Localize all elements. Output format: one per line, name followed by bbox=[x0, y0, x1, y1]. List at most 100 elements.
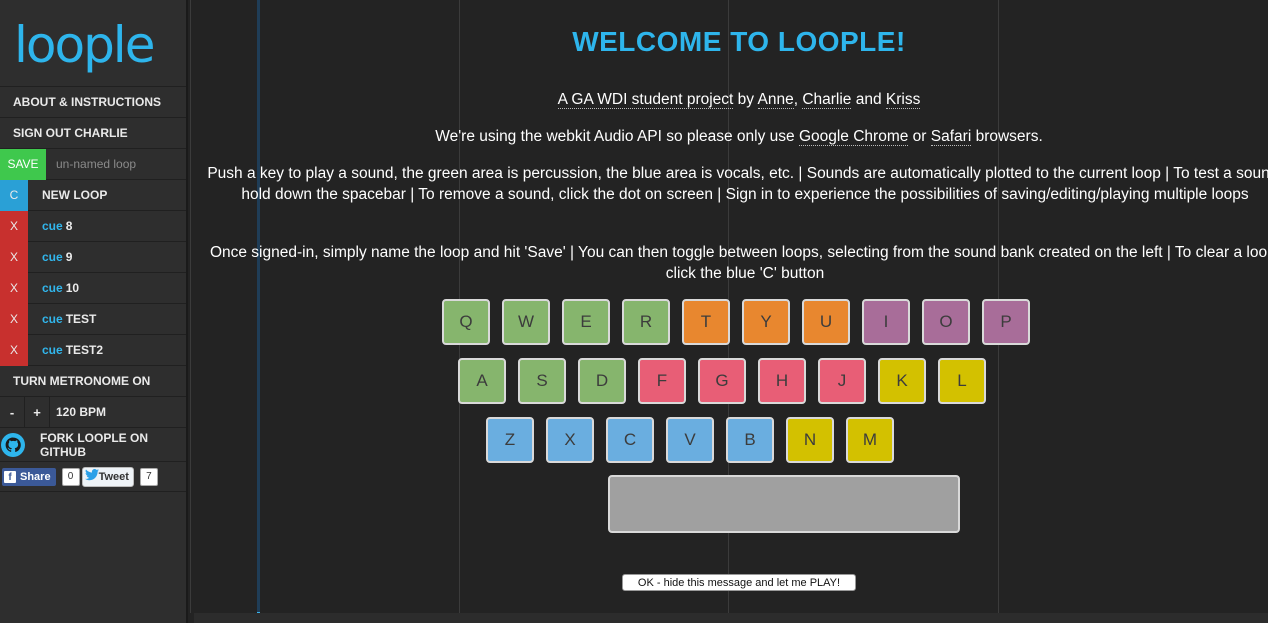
browser-notice: We're using the webkit Audio API so plea… bbox=[190, 126, 1268, 147]
browser-text: We're using the webkit Audio API so plea… bbox=[435, 128, 799, 145]
key-d[interactable]: D bbox=[578, 358, 626, 404]
cue-word: cue bbox=[42, 312, 63, 326]
key-n[interactable]: N bbox=[786, 417, 834, 463]
new-loop-row: C NEW LOOP bbox=[0, 179, 186, 211]
spacebar-key[interactable] bbox=[608, 475, 960, 533]
key-q[interactable]: Q bbox=[442, 299, 490, 345]
cue-word: cue bbox=[42, 281, 63, 295]
project-link[interactable]: A GA WDI student project bbox=[557, 91, 734, 109]
share-label: Share bbox=[20, 470, 51, 483]
key-m[interactable]: M bbox=[846, 417, 894, 463]
key-h[interactable]: H bbox=[758, 358, 806, 404]
key-t[interactable]: T bbox=[682, 299, 730, 345]
cue-link[interactable]: cue TEST2 bbox=[28, 343, 103, 357]
cue-link[interactable]: cue 8 bbox=[28, 219, 72, 233]
delete-cue-button[interactable]: X bbox=[0, 303, 28, 335]
loop-name-input[interactable] bbox=[46, 149, 184, 179]
github-label: FORK LOOPLE ON GITHUB bbox=[39, 430, 148, 459]
key-v[interactable]: V bbox=[666, 417, 714, 463]
author-link-charlie[interactable]: Charlie bbox=[802, 91, 852, 109]
clear-loop-button[interactable]: C bbox=[0, 179, 28, 211]
cue-item: X cue TEST bbox=[0, 303, 186, 335]
metronome-toggle[interactable]: TURN METRONOME ON bbox=[0, 365, 186, 396]
github-fork-link[interactable]: FORK LOOPLE ON GITHUB bbox=[0, 427, 186, 461]
delete-cue-button[interactable]: X bbox=[0, 210, 28, 242]
key-c[interactable]: C bbox=[606, 417, 654, 463]
loop-canvas[interactable]: WELCOME TO LOOPLE! A GA WDI student proj… bbox=[190, 0, 1268, 623]
key-w[interactable]: W bbox=[502, 299, 550, 345]
key-f[interactable]: F bbox=[638, 358, 686, 404]
key-l[interactable]: L bbox=[938, 358, 986, 404]
bpm-decrease-button[interactable]: - bbox=[0, 396, 25, 428]
facebook-share-button[interactable]: f Share bbox=[2, 467, 56, 486]
key-b[interactable]: B bbox=[726, 417, 774, 463]
cue-link[interactable]: cue 9 bbox=[28, 250, 72, 264]
key-x[interactable]: X bbox=[546, 417, 594, 463]
key-y[interactable]: Y bbox=[742, 299, 790, 345]
browser-text: or bbox=[908, 128, 931, 145]
cue-item: X cue 8 bbox=[0, 210, 186, 242]
key-i[interactable]: I bbox=[862, 299, 910, 345]
cue-item: X cue 10 bbox=[0, 272, 186, 304]
tweet-label: Tweet bbox=[98, 470, 129, 483]
social-buttons: f Share 0 Tweet 7 bbox=[0, 461, 186, 491]
loople-logo[interactable]: loople bbox=[0, 0, 186, 86]
safari-link[interactable]: Safari bbox=[930, 128, 972, 146]
cue-name: 8 bbox=[65, 219, 73, 233]
welcome-title: WELCOME TO LOOPLE! bbox=[572, 26, 906, 57]
about-instructions-link[interactable]: ABOUT & INSTRUCTIONS bbox=[0, 86, 186, 117]
github-icon bbox=[0, 432, 26, 457]
sidebar: loople ABOUT & INSTRUCTIONS SIGN OUT CHA… bbox=[0, 0, 188, 623]
signin-instructions-paragraph: Once signed-in, simply name the loop and… bbox=[209, 244, 1268, 282]
bpm-increase-button[interactable]: + bbox=[25, 396, 50, 428]
share-count: 0 bbox=[61, 467, 80, 486]
instructions-paragraph: Push a key to play a sound, the green ar… bbox=[207, 165, 1268, 203]
bpm-value: 120 BPM bbox=[56, 405, 107, 419]
key-o[interactable]: O bbox=[922, 299, 970, 345]
sign-out-link[interactable]: SIGN OUT CHARLIE bbox=[0, 117, 186, 148]
facebook-icon: f bbox=[4, 470, 16, 483]
cue-link[interactable]: cue 10 bbox=[28, 281, 79, 295]
key-j[interactable]: J bbox=[818, 358, 866, 404]
delete-cue-button[interactable]: X bbox=[0, 334, 28, 366]
logo-text: loople bbox=[14, 18, 154, 74]
cue-item: X cue 9 bbox=[0, 241, 186, 273]
timeline-bar bbox=[194, 613, 1268, 623]
cue-word: cue bbox=[42, 219, 63, 233]
save-loop-row: SAVE bbox=[0, 148, 186, 180]
sign-out-label: SIGN OUT CHARLIE bbox=[13, 126, 128, 140]
credits-text: and bbox=[851, 91, 886, 108]
about-label: ABOUT & INSTRUCTIONS bbox=[13, 95, 161, 109]
browser-text: browsers. bbox=[971, 128, 1043, 145]
cue-word: cue bbox=[42, 250, 63, 264]
chrome-link[interactable]: Google Chrome bbox=[798, 128, 909, 146]
hide-message-button[interactable]: OK - hide this message and let me PLAY! bbox=[622, 574, 856, 591]
delete-cue-button[interactable]: X bbox=[0, 241, 28, 273]
key-p[interactable]: P bbox=[982, 299, 1030, 345]
author-link-kriss[interactable]: Kriss bbox=[885, 91, 921, 109]
cue-name: 9 bbox=[65, 250, 73, 264]
key-r[interactable]: R bbox=[622, 299, 670, 345]
key-e[interactable]: E bbox=[562, 299, 610, 345]
cue-link[interactable]: cue TEST bbox=[28, 312, 96, 326]
twitter-bird-icon bbox=[84, 469, 99, 484]
key-k[interactable]: K bbox=[878, 358, 926, 404]
cue-item: X cue TEST2 bbox=[0, 334, 186, 366]
tweet-button[interactable]: Tweet bbox=[81, 466, 134, 487]
author-link-anne[interactable]: Anne bbox=[757, 91, 794, 109]
sidebar-divider bbox=[0, 491, 186, 492]
bpm-control: - + 120 BPM bbox=[0, 396, 186, 428]
key-g[interactable]: G bbox=[698, 358, 746, 404]
cue-name: TEST2 bbox=[65, 343, 104, 357]
key-a[interactable]: A bbox=[458, 358, 506, 404]
cue-name: TEST bbox=[65, 312, 97, 326]
delete-cue-button[interactable]: X bbox=[0, 272, 28, 304]
key-u[interactable]: U bbox=[802, 299, 850, 345]
cue-name: 10 bbox=[65, 281, 80, 295]
cue-word: cue bbox=[42, 343, 63, 357]
key-s[interactable]: S bbox=[518, 358, 566, 404]
credits-line: A GA WDI student project by Anne, Charli… bbox=[190, 89, 1268, 110]
new-loop-button[interactable]: NEW LOOP bbox=[28, 188, 107, 202]
key-z[interactable]: Z bbox=[486, 417, 534, 463]
save-button[interactable]: SAVE bbox=[0, 148, 46, 180]
